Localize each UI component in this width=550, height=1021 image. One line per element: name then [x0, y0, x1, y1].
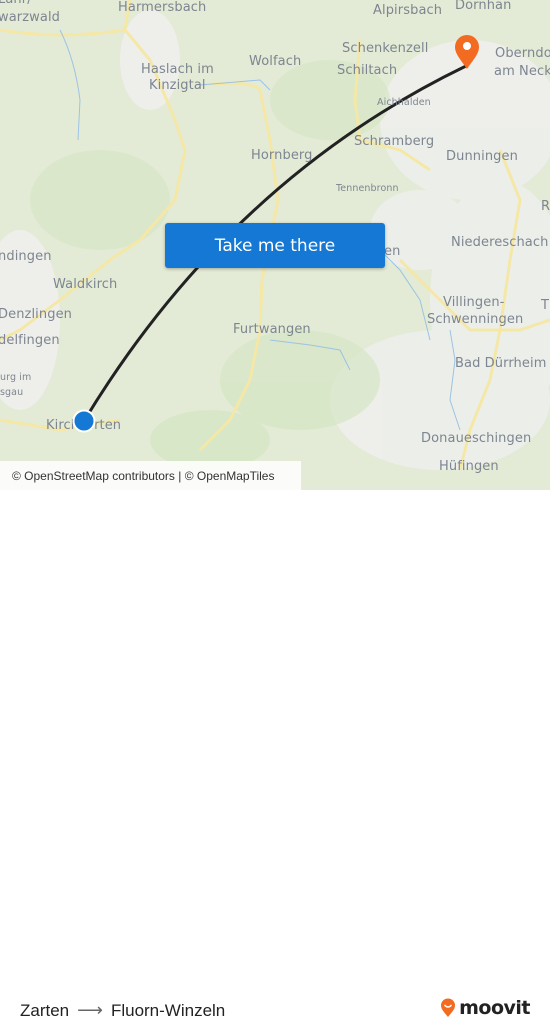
moovit-pin-icon: [441, 998, 456, 1017]
place-label: Donaueschingen: [421, 431, 532, 446]
place-label: Niedereschach: [451, 235, 549, 250]
place-label: sgau: [0, 387, 24, 398]
place-label: Kinzigtal: [149, 78, 206, 93]
place-label: Aichhalden: [377, 97, 431, 108]
place-label: Hornberg: [251, 148, 313, 163]
take-me-there-button[interactable]: Take me there: [165, 223, 385, 268]
place-label: Bad Dürrheim: [455, 356, 547, 371]
place-label: Haslach im: [141, 62, 214, 77]
place-label: Hüfingen: [439, 459, 499, 474]
origin-dot-icon[interactable]: [72, 409, 96, 433]
place-label: Villingen-: [443, 295, 505, 310]
route-summary: Zarten ⟶ Fluorn-Winzeln: [20, 1000, 225, 1021]
footer: Zarten ⟶ Fluorn-Winzeln moovit: [0, 490, 550, 1020]
place-label: Denzlingen: [0, 307, 73, 322]
place-label: delfingen: [0, 333, 60, 348]
destination-pin-icon[interactable]: [452, 33, 482, 71]
place-label: Wolfach: [249, 54, 302, 69]
place-label: Schramberg: [354, 134, 435, 149]
place-label: warzwald: [0, 10, 61, 25]
moovit-logo[interactable]: moovit: [440, 997, 530, 1019]
place-label: Dornhan: [455, 0, 512, 13]
place-label: Harmersbach: [118, 0, 207, 15]
place-label: Waldkirch: [53, 277, 118, 292]
place-label: ndingen: [0, 249, 52, 264]
map-view[interactable]: Lahr/ warzwald Harmersbach Haslach im Ki…: [0, 0, 550, 490]
place-label: Alpirsbach: [373, 3, 443, 18]
destination-name: Fluorn-Winzeln: [110, 1000, 226, 1020]
place-label: Oberndo: [495, 46, 550, 61]
map-attribution[interactable]: © OpenStreetMap contributors | © OpenMap…: [0, 461, 301, 490]
place-label: am Necka: [494, 64, 550, 79]
place-label: Schiltach: [337, 63, 398, 78]
place-label: Schenkenzell: [342, 41, 429, 56]
place-label: urg im: [0, 372, 32, 383]
place-label: Furtwangen: [233, 322, 311, 337]
place-label: Schwenningen: [427, 312, 524, 327]
place-label: Tennenbronn: [336, 183, 399, 194]
place-label: en: [384, 244, 401, 259]
arrow-right-icon: ⟶: [77, 1000, 103, 1020]
origin-name: Zarten: [20, 1000, 70, 1020]
place-label: T: [541, 298, 550, 313]
place-label: R: [541, 199, 550, 214]
place-label: Lahr/: [0, 0, 32, 7]
place-label: Dunningen: [446, 149, 518, 164]
moovit-wordmark: moovit: [459, 997, 530, 1019]
